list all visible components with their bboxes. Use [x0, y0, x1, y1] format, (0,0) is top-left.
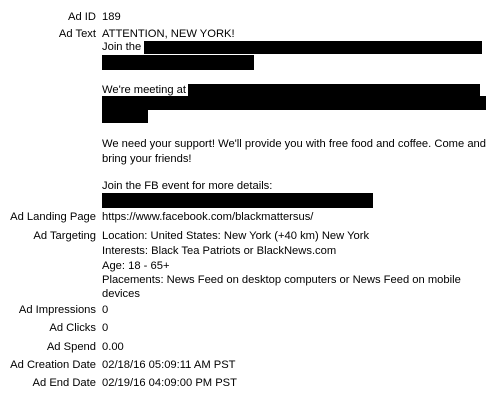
ad-end-date-value: 02/19/16 04:09:00 PM PST — [102, 377, 237, 389]
redaction-bar — [102, 96, 486, 110]
ad-text-join-prefix: Join the — [102, 41, 142, 53]
redaction-bar — [188, 84, 480, 96]
ad-text-support-line-1: We need your support! We'll provide you … — [102, 138, 486, 150]
ad-impressions-value: 0 — [102, 304, 109, 316]
ad-targeting-placements-line-2: devices — [102, 288, 140, 300]
redaction-bar — [144, 41, 482, 54]
redaction-bar — [102, 193, 373, 208]
ad-targeting-placements-line-1: Placements: News Feed on desktop compute… — [102, 274, 461, 286]
ad-landing-page-label: Ad Landing Page — [10, 211, 96, 223]
ad-id-label: Ad ID — [68, 11, 96, 23]
ad-text-support-line-2: bring your friends! — [102, 153, 192, 165]
ad-spend-value: 0.00 — [102, 341, 124, 353]
ad-landing-page-value: https://www.facebook.com/blackmattersus/ — [102, 211, 314, 223]
ad-creation-date-value: 02/18/16 05:09:11 AM PST — [102, 359, 236, 371]
ad-targeting-age: Age: 18 - 65+ — [102, 260, 170, 272]
ad-spend-label: Ad Spend — [46, 341, 96, 353]
ad-targeting-interests: Interests: Black Tea Patriots or BlackNe… — [102, 245, 337, 257]
ad-targeting-label: Ad Targeting — [33, 230, 96, 242]
ad-id-value: 189 — [102, 11, 121, 23]
ad-text-label: Ad Text — [58, 28, 96, 40]
redaction-bar — [102, 110, 148, 123]
ad-text-event-line: Join the FB event for more details: — [102, 180, 273, 192]
ad-end-date-label: Ad End Date — [32, 377, 96, 389]
ad-text-headline: ATTENTION, NEW YORK! — [102, 28, 235, 40]
ad-creation-date-label: Ad Creation Date — [10, 359, 96, 371]
ad-targeting-location: Location: United States: New York (+40 k… — [102, 230, 370, 242]
ad-text-meeting-prefix: We're meeting at — [102, 84, 187, 96]
ad-impressions-label: Ad Impressions — [18, 304, 96, 316]
ad-clicks-value: 0 — [102, 322, 109, 334]
redaction-bar — [102, 55, 254, 70]
ad-clicks-label: Ad Clicks — [49, 322, 96, 334]
